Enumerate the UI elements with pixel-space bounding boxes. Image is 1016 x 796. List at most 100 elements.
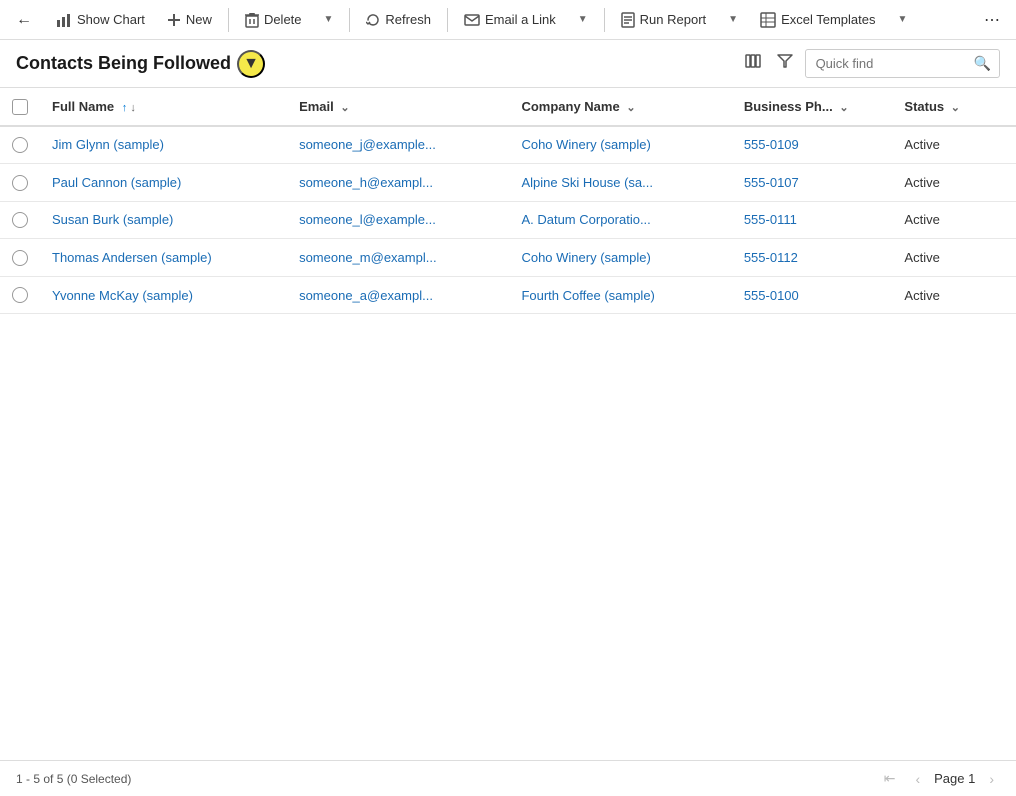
status-cell: Active (892, 239, 1016, 277)
email-link-dropdown-button[interactable]: ▼ (568, 9, 598, 30)
quick-find-button[interactable]: 🔍 (966, 50, 999, 77)
footer-info: 1 - 5 of 5 (0 Selected) (16, 772, 131, 786)
row-select-cell[interactable] (0, 201, 40, 239)
email-link[interactable]: someone_m@exampl... (299, 250, 436, 265)
refresh-button[interactable]: Refresh (356, 7, 441, 32)
phone-link[interactable]: 555-0107 (744, 175, 799, 190)
row-checkbox[interactable] (12, 137, 28, 153)
excel-templates-dropdown-button[interactable]: ▼ (887, 9, 917, 30)
full-name-link[interactable]: Susan Burk (sample) (52, 212, 173, 227)
sort-icons: ↑ ↓ (122, 102, 136, 114)
columns-button[interactable] (741, 49, 765, 78)
filter-button[interactable] (773, 50, 797, 77)
row-checkbox[interactable] (12, 250, 28, 266)
new-label: New (186, 12, 212, 27)
chart-icon (56, 12, 72, 28)
view-title-text: Contacts Being Followed (16, 53, 231, 74)
company-name-link[interactable]: A. Datum Corporatio... (521, 212, 650, 227)
full-name-link[interactable]: Paul Cannon (sample) (52, 175, 181, 190)
email-link[interactable]: someone_h@exampl... (299, 175, 433, 190)
excel-templates-dropdown-arrow: ▼ (897, 14, 907, 25)
full-name-cell: Yvonne McKay (sample) (40, 276, 287, 314)
table-row: Jim Glynn (sample) someone_j@example... … (0, 126, 1016, 164)
email-cell: someone_a@exampl... (287, 276, 509, 314)
delete-icon (245, 12, 259, 28)
phone-cell: 555-0107 (732, 164, 893, 202)
select-all-checkbox[interactable] (12, 99, 28, 115)
business-phone-label: Business Ph... (744, 99, 833, 114)
company-name-cell: Coho Winery (sample) (509, 126, 731, 164)
full-name-header[interactable]: Full Name ↑ ↓ (40, 88, 287, 126)
separator-4 (604, 8, 605, 32)
row-select-cell[interactable] (0, 239, 40, 277)
view-title-dropdown-button[interactable]: ▼ (237, 50, 265, 78)
business-phone-header[interactable]: Business Ph... ⌄ (732, 88, 893, 126)
table-row: Susan Burk (sample) someone_l@example...… (0, 201, 1016, 239)
email-link-label: Email a Link (485, 12, 556, 27)
phone-link[interactable]: 555-0109 (744, 137, 799, 152)
company-name-link[interactable]: Alpine Ski House (sa... (521, 175, 653, 190)
contacts-table: Full Name ↑ ↓ Email ⌄ Company Name ⌄ Bus… (0, 88, 1016, 314)
run-report-button[interactable]: Run Report (611, 7, 716, 33)
full-name-link[interactable]: Yvonne McKay (sample) (52, 288, 193, 303)
refresh-icon (366, 13, 380, 27)
sort-asc-icon: ↑ (122, 102, 128, 114)
delete-label: Delete (264, 12, 302, 27)
run-report-dropdown-button[interactable]: ▼ (718, 9, 748, 30)
quick-find-input[interactable] (806, 51, 966, 76)
delete-dropdown-arrow: ▼ (324, 14, 334, 25)
quick-find-wrapper: 🔍 (805, 49, 1000, 78)
next-page-button[interactable]: › (983, 769, 1000, 789)
prev-page-button[interactable]: ‹ (909, 769, 926, 789)
full-name-link[interactable]: Jim Glynn (sample) (52, 137, 164, 152)
delete-dropdown-button[interactable]: ▼ (314, 9, 344, 30)
delete-button[interactable]: Delete (235, 7, 312, 33)
view-header: Contacts Being Followed ▼ 🔍 (0, 40, 1016, 88)
new-button[interactable]: New (157, 7, 222, 32)
status-value: Active (904, 250, 939, 265)
excel-templates-button[interactable]: Excel Templates (750, 7, 885, 33)
status-sort-icon: ⌄ (951, 102, 960, 114)
company-name-cell: Fourth Coffee (sample) (509, 276, 731, 314)
email-link[interactable]: someone_l@example... (299, 212, 436, 227)
row-select-cell[interactable] (0, 126, 40, 164)
phone-link[interactable]: 555-0111 (744, 212, 797, 227)
back-button[interactable]: ← (8, 7, 40, 33)
footer: 1 - 5 of 5 (0 Selected) ⇤ ‹ Page 1 › (0, 760, 1016, 796)
email-link-button[interactable]: Email a Link (454, 7, 566, 32)
row-select-cell[interactable] (0, 164, 40, 202)
filter-icon (777, 54, 793, 68)
more-options-button[interactable]: ⋯ (976, 6, 1008, 34)
row-checkbox[interactable] (12, 287, 28, 303)
row-checkbox[interactable] (12, 175, 28, 191)
company-name-link[interactable]: Coho Winery (sample) (521, 137, 650, 152)
first-page-button[interactable]: ⇤ (878, 768, 902, 789)
row-select-cell[interactable] (0, 276, 40, 314)
page-label: Page 1 (934, 771, 975, 786)
select-all-header[interactable] (0, 88, 40, 126)
email-icon (464, 14, 480, 26)
company-name-label: Company Name (521, 99, 619, 114)
email-header[interactable]: Email ⌄ (287, 88, 509, 126)
company-name-header[interactable]: Company Name ⌄ (509, 88, 731, 126)
status-cell: Active (892, 164, 1016, 202)
email-link[interactable]: someone_j@example... (299, 137, 436, 152)
table-row: Paul Cannon (sample) someone_h@exampl...… (0, 164, 1016, 202)
full-name-link[interactable]: Thomas Andersen (sample) (52, 250, 212, 265)
full-name-cell: Susan Burk (sample) (40, 201, 287, 239)
phone-link[interactable]: 555-0100 (744, 288, 799, 303)
company-name-cell: A. Datum Corporatio... (509, 201, 731, 239)
email-link[interactable]: someone_a@exampl... (299, 288, 433, 303)
phone-link[interactable]: 555-0112 (744, 250, 798, 265)
company-name-link[interactable]: Coho Winery (sample) (521, 250, 650, 265)
email-cell: someone_j@example... (287, 126, 509, 164)
company-name-link[interactable]: Fourth Coffee (sample) (521, 288, 654, 303)
row-checkbox[interactable] (12, 212, 28, 228)
toolbar: ← Show Chart New Delete ▼ (0, 0, 1016, 40)
columns-icon (745, 53, 761, 69)
email-cell: someone_h@exampl... (287, 164, 509, 202)
status-header[interactable]: Status ⌄ (892, 88, 1016, 126)
show-chart-button[interactable]: Show Chart (46, 7, 155, 33)
status-cell: Active (892, 201, 1016, 239)
phone-cell: 555-0112 (732, 239, 893, 277)
